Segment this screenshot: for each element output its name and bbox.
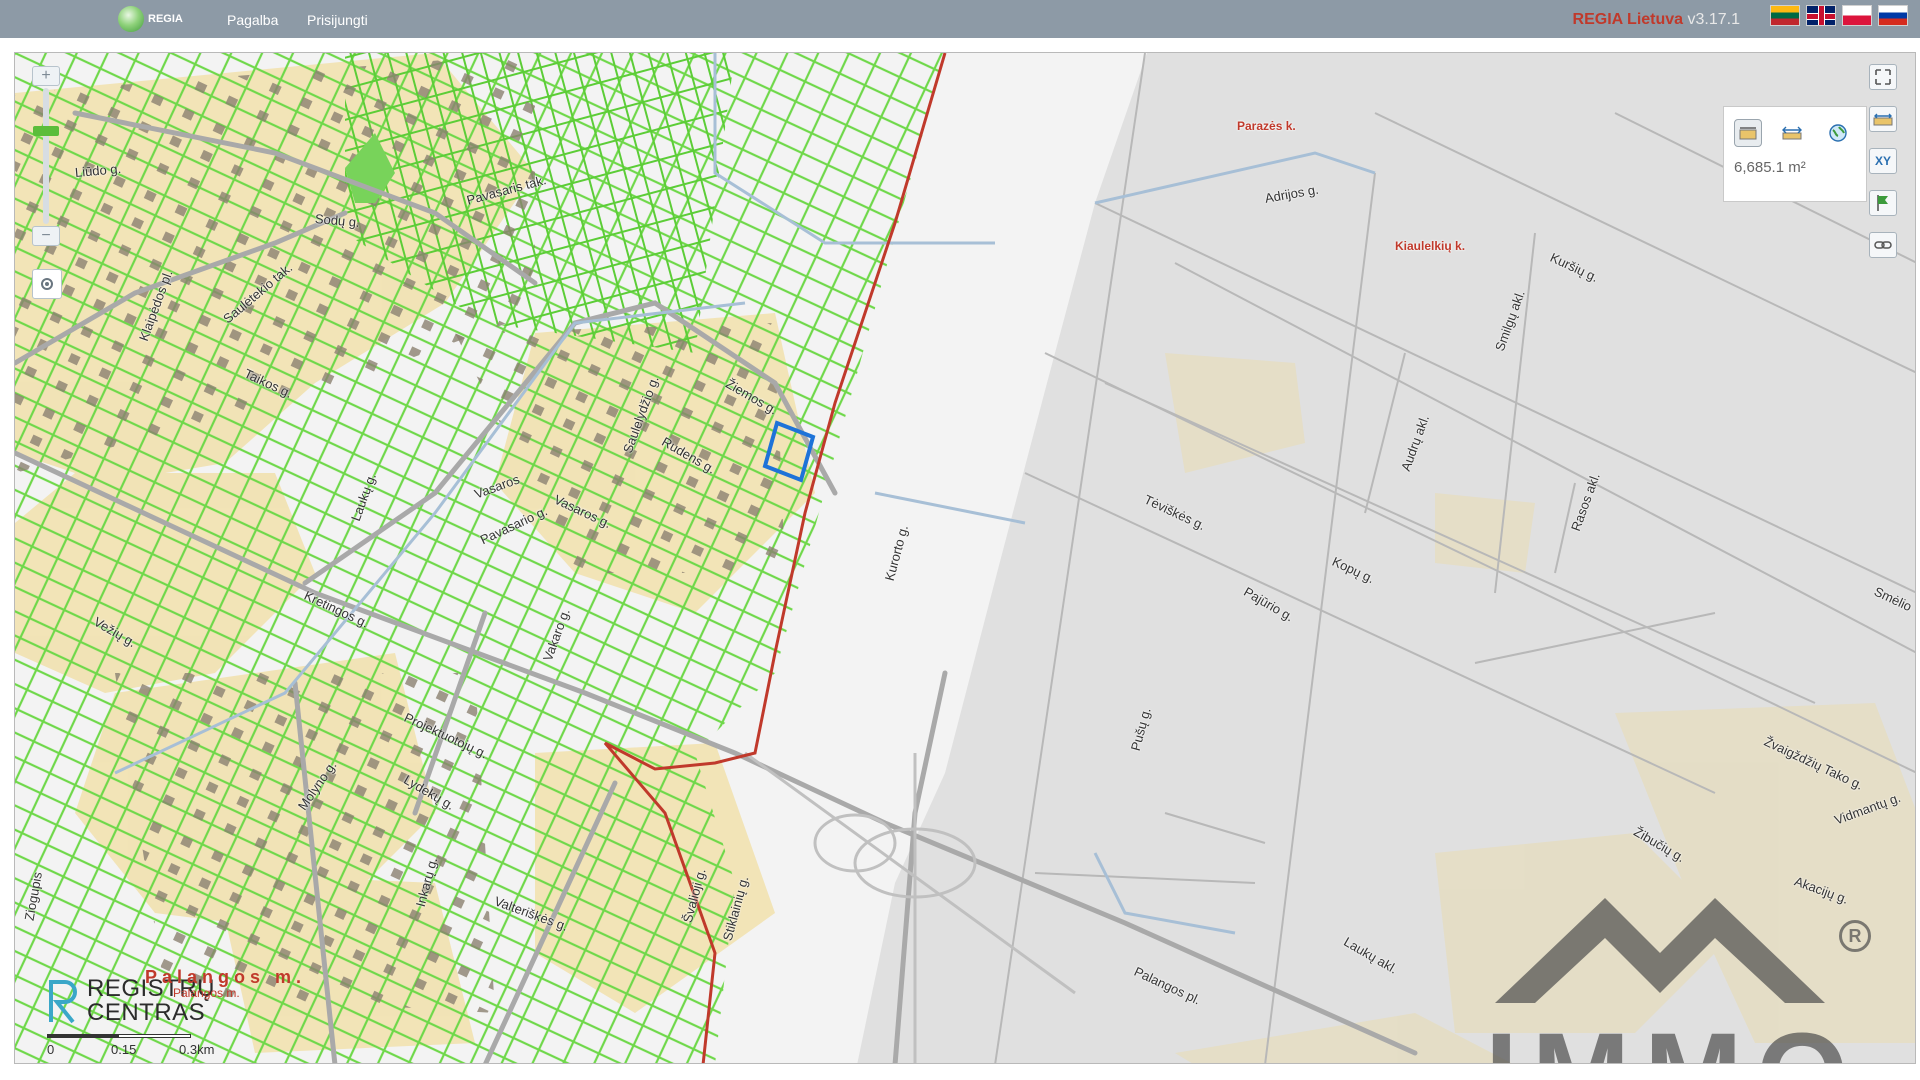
flag-icon[interactable] bbox=[1869, 190, 1897, 216]
length-measure-icon[interactable] bbox=[1778, 119, 1806, 147]
locate-icon bbox=[41, 278, 53, 290]
nav-login-link[interactable]: Prisijungti bbox=[307, 12, 368, 28]
scale-label-end: 0.3km bbox=[179, 1042, 215, 1057]
city-label: Palangos m. bbox=[145, 967, 307, 987]
xy-label: XY bbox=[1874, 154, 1891, 168]
immo-watermark: R IMMO.LT bbox=[1485, 868, 1915, 1063]
language-switcher bbox=[1770, 5, 1908, 26]
measured-area-value: 6,685.1 m² bbox=[1734, 159, 1806, 176]
scale-label-mid: 0.15 bbox=[111, 1042, 137, 1057]
area-measure-icon[interactable] bbox=[1734, 119, 1762, 147]
street-label: Parazės k. bbox=[1237, 119, 1296, 133]
map-toolbar: XY bbox=[1869, 64, 1903, 274]
zoom-slider-thumb[interactable] bbox=[33, 126, 59, 136]
scale-bar-graphic bbox=[47, 1034, 191, 1038]
app-brand: REGIA Lietuva v3.17.1 bbox=[1573, 11, 1740, 29]
street-label: Kiaulelkių k. bbox=[1395, 239, 1466, 253]
en-flag-icon[interactable] bbox=[1806, 5, 1836, 26]
link-icon[interactable] bbox=[1869, 232, 1897, 258]
regia-logo-icon bbox=[118, 6, 144, 32]
brand-name: REGIA Lietuva bbox=[1572, 11, 1684, 28]
map-canvas[interactable]: Liūdo g. Sodų g. Klaipėdos pl. Saulėtekio t… bbox=[14, 52, 1916, 1064]
rc-line2: CENTRAS bbox=[87, 999, 206, 1026]
globe-icon[interactable] bbox=[1824, 119, 1852, 147]
zoom-in-button[interactable]: + bbox=[32, 66, 60, 86]
regia-logo[interactable]: REGIA bbox=[118, 6, 183, 32]
city-label-small: Palangos m. bbox=[173, 986, 240, 1000]
rc-logo-icon bbox=[45, 978, 83, 1024]
measure-panel: 6,685.1 m² bbox=[1723, 106, 1867, 202]
lt-flag-icon[interactable] bbox=[1770, 5, 1800, 26]
watermark-text: IMMO.LT bbox=[1485, 1016, 1915, 1063]
nav-help-link[interactable]: Pagalba bbox=[227, 12, 278, 28]
ru-flag-icon[interactable] bbox=[1878, 5, 1908, 26]
locate-me-button[interactable] bbox=[32, 269, 62, 299]
app-version: v3.17.1 bbox=[1687, 11, 1740, 28]
xy-coordinates-icon[interactable]: XY bbox=[1869, 148, 1897, 174]
zoom-out-button[interactable]: − bbox=[32, 226, 60, 246]
fullscreen-icon[interactable] bbox=[1869, 64, 1897, 90]
registered-mark-icon: R bbox=[1839, 920, 1871, 952]
scale-label-0: 0 bbox=[47, 1042, 55, 1057]
watermark-roof-icon bbox=[1495, 898, 1825, 1003]
pl-flag-icon[interactable] bbox=[1842, 5, 1872, 26]
top-bar: REGIA Pagalba Prisijungti REGIA Lietuva … bbox=[0, 0, 1920, 38]
zoom-slider-track[interactable] bbox=[43, 88, 49, 224]
measure-icon[interactable] bbox=[1869, 106, 1897, 132]
regia-logo-text: REGIA bbox=[148, 13, 183, 25]
